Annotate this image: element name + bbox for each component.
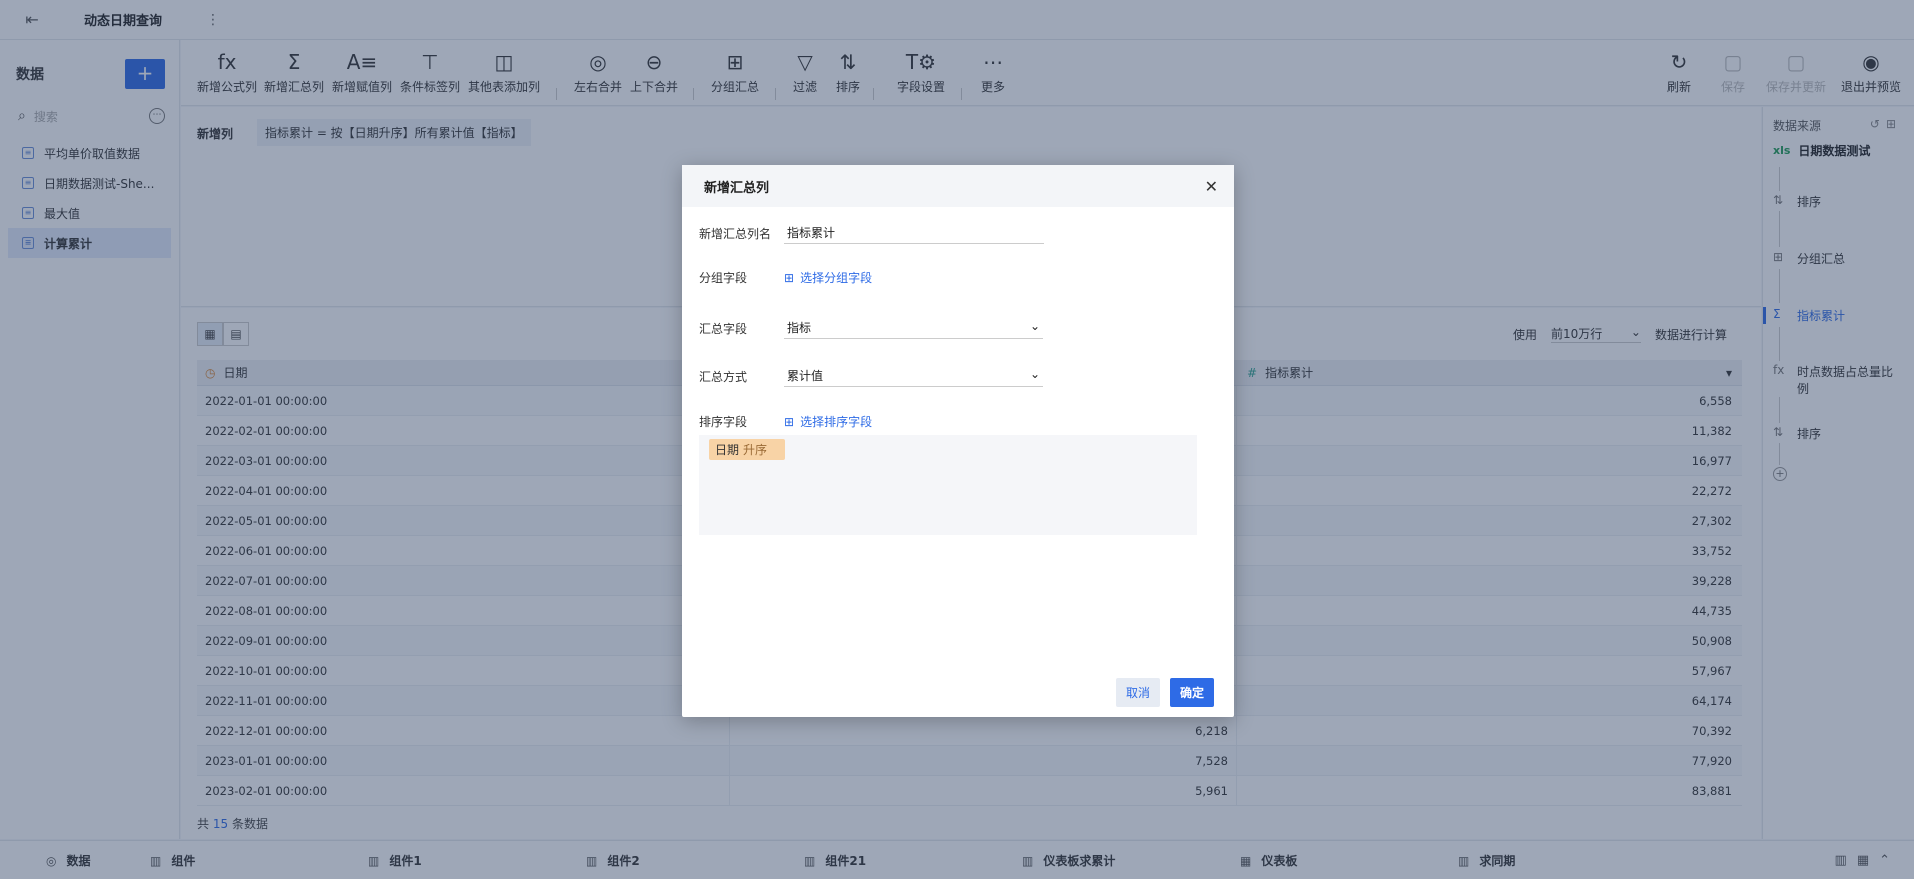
dialog-title: 新增汇总列: [704, 180, 770, 196]
add-summary-column-dialog: 新增汇总列 ✕ 新增汇总列名 指标累计 分组字段 ⊞ 选择分组字段 汇总字段 指标…: [682, 165, 1234, 717]
column-name-input[interactable]: 指标累计: [784, 222, 1044, 244]
field-label: 排序字段: [699, 415, 748, 429]
field-label: 分组字段: [699, 271, 748, 285]
sort-chip-field: 日期: [715, 443, 740, 457]
field-select-icon: ⊞: [784, 270, 795, 285]
field-select-icon: ⊞: [784, 414, 795, 429]
confirm-button[interactable]: 确定: [1169, 678, 1214, 707]
group-field-row: 分组字段 ⊞ 选择分组字段: [699, 269, 872, 286]
select-value: 累计值: [787, 369, 824, 383]
link-label: 选择分组字段: [800, 271, 873, 285]
sort-chip-order[interactable]: 升序: [743, 443, 767, 457]
chevron-down-icon: ⌄: [1029, 319, 1040, 333]
select-group-field-link[interactable]: ⊞ 选择分组字段: [784, 269, 872, 286]
summary-method-row: 汇总方式 累计值 ⌄: [699, 365, 1043, 387]
sort-chip[interactable]: 日期 升序: [709, 439, 786, 460]
select-value: 指标: [787, 321, 812, 335]
select-sort-field-link[interactable]: ⊞ 选择排序字段: [784, 413, 872, 430]
field-label: 汇总字段: [699, 321, 748, 336]
sort-field-row: 排序字段 ⊞ 选择排序字段: [699, 413, 872, 430]
summary-method-select[interactable]: 累计值 ⌄: [784, 365, 1043, 387]
field-label: 新增汇总列名: [699, 226, 772, 241]
sort-field-box: 日期 升序: [699, 435, 1197, 535]
field-label: 汇总方式: [699, 369, 748, 384]
dialog-header: 新增汇总列 ✕: [682, 165, 1234, 207]
dialog-footer: 取消 确定: [1115, 678, 1214, 707]
link-label: 选择排序字段: [800, 415, 873, 429]
cancel-button[interactable]: 取消: [1115, 678, 1160, 707]
column-name-row: 新增汇总列名 指标累计: [699, 222, 1044, 244]
close-icon[interactable]: ✕: [1205, 177, 1218, 196]
summary-field-row: 汇总字段 指标 ⌄: [699, 317, 1043, 339]
summary-field-select[interactable]: 指标 ⌄: [784, 317, 1043, 339]
chevron-down-icon: ⌄: [1029, 367, 1040, 381]
